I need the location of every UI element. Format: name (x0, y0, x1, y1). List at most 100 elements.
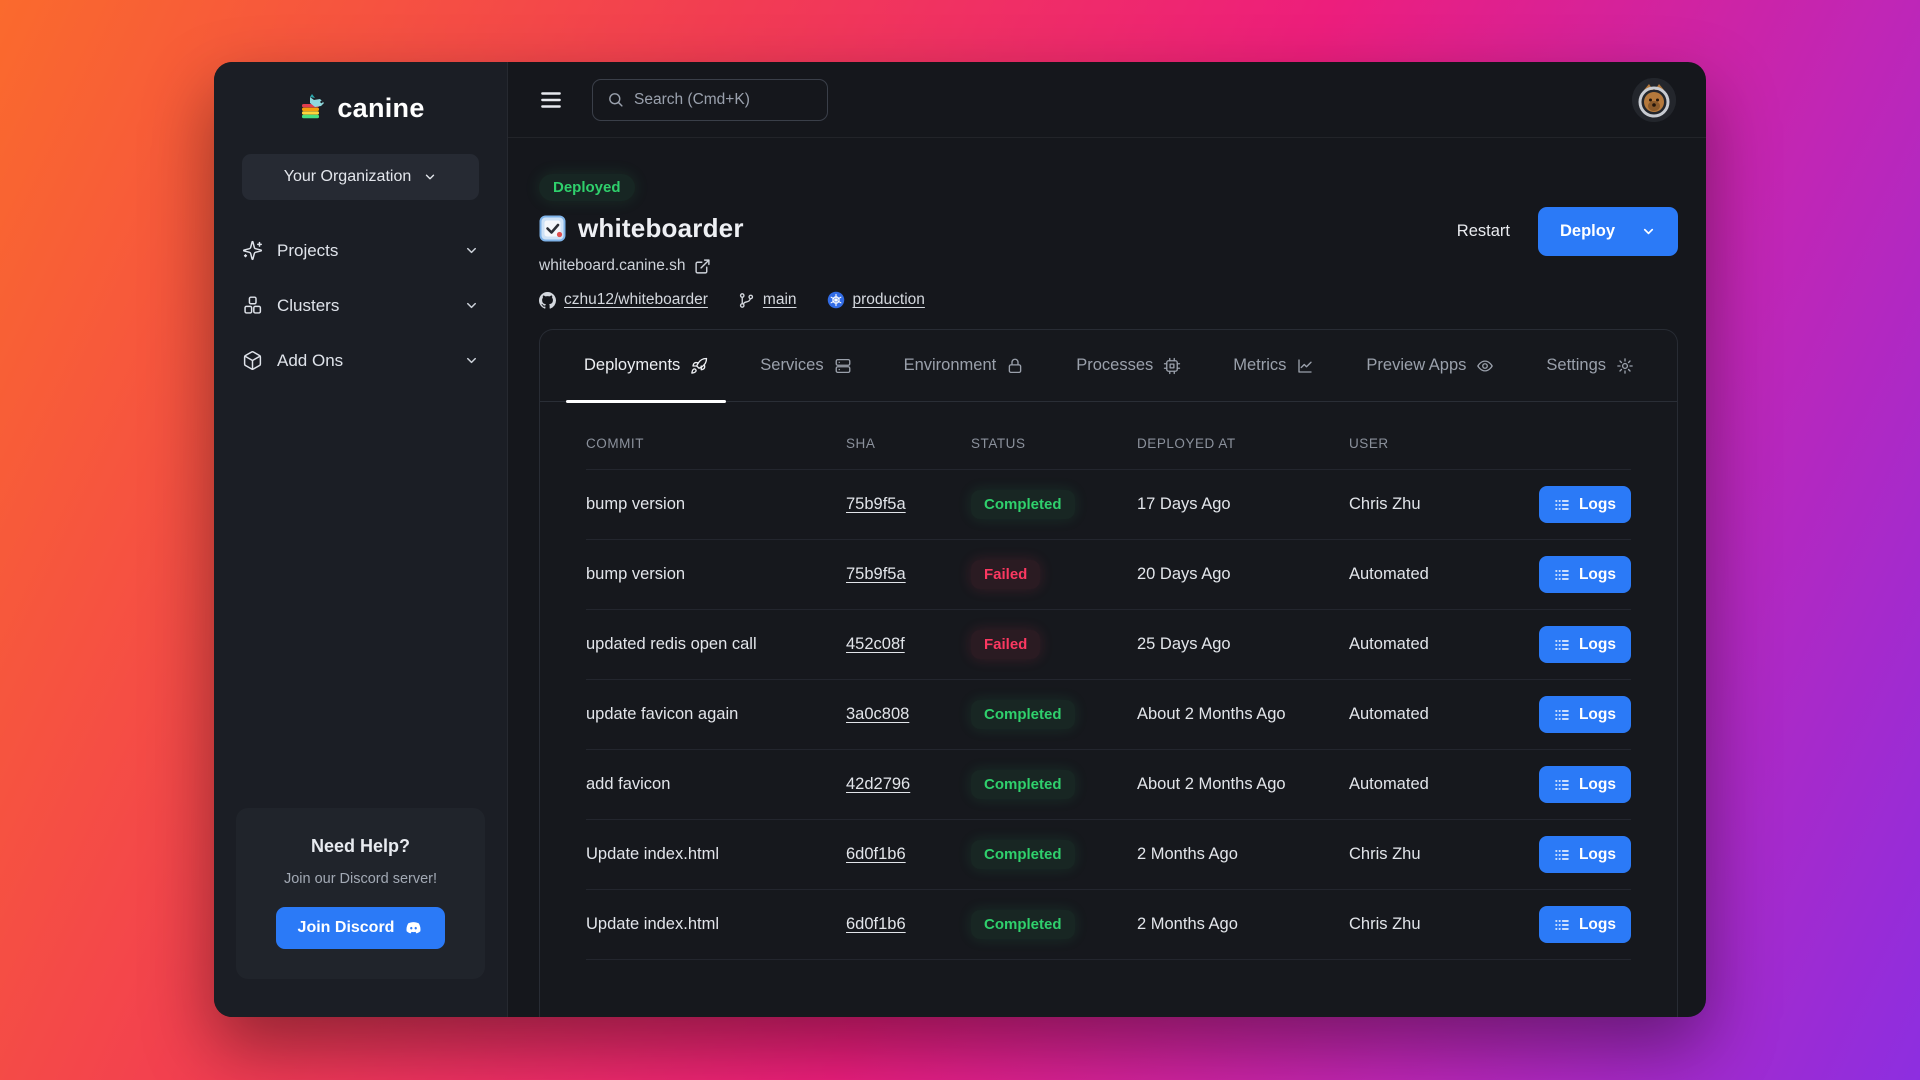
tab-deployments[interactable]: Deployments (566, 330, 726, 401)
chevron-down-icon (464, 298, 479, 313)
deployed-at-cell: 2 Months Ago (1137, 915, 1349, 934)
logs-button-label: Logs (1579, 706, 1616, 724)
cluster-link[interactable]: production (827, 291, 925, 309)
status-badge: Failed (971, 630, 1040, 659)
logs-button-label: Logs (1579, 916, 1616, 934)
table-row: updated redis open call 452c08f Failed 2… (586, 610, 1631, 680)
status-badge: Completed (971, 840, 1075, 869)
kubernetes-icon (827, 291, 845, 309)
domain-link[interactable]: whiteboard.canine.sh (539, 257, 686, 275)
table-header-row: COMMIT SHA STATUS DEPLOYED AT USER (586, 402, 1631, 470)
deploy-button[interactable]: Deploy (1538, 207, 1678, 256)
help-card: Need Help? Join our Discord server! Join… (236, 808, 485, 979)
logs-button[interactable]: Logs (1539, 696, 1631, 733)
help-subtitle: Join our Discord server! (256, 871, 465, 887)
tab-label: Settings (1546, 356, 1606, 375)
logs-icon (1554, 567, 1570, 583)
logo-text: canine (337, 93, 424, 124)
sha-link[interactable]: 42d2796 (846, 775, 910, 794)
tab-label: Metrics (1233, 356, 1286, 375)
status-badge: Failed (971, 560, 1040, 589)
logs-button[interactable]: Logs (1539, 486, 1631, 523)
tab-label: Environment (904, 356, 997, 375)
organization-selector-label: Your Organization (284, 168, 412, 186)
logs-button-label: Logs (1579, 496, 1616, 514)
tab-environment[interactable]: Environment (886, 330, 1043, 401)
sha-link[interactable]: 3a0c808 (846, 705, 909, 724)
rocket-icon (690, 357, 708, 375)
sha-link[interactable]: 452c08f (846, 635, 905, 654)
tab-settings[interactable]: Settings (1528, 330, 1652, 401)
gear-icon (1616, 357, 1634, 375)
main-area: Deployed (508, 62, 1706, 1017)
user-cell: Automated (1349, 635, 1531, 654)
topbar (508, 62, 1706, 138)
git-branch-link[interactable]: main (738, 291, 797, 309)
table-body: bump version 75b9f5a Completed 17 Days A… (586, 470, 1631, 960)
user-cell: Automated (1349, 705, 1531, 724)
deploy-status-badge: Deployed (539, 174, 635, 201)
deployments-table: COMMIT SHA STATUS DEPLOYED AT USER bump … (540, 402, 1677, 960)
deployments-card: Deployments Services Envir (539, 329, 1678, 1017)
search-icon (607, 91, 624, 108)
tab-services[interactable]: Services (742, 330, 869, 401)
join-discord-label: Join Discord (298, 919, 395, 937)
eye-icon (1476, 357, 1494, 375)
tab-preview-apps[interactable]: Preview Apps (1348, 330, 1512, 401)
repo-name: czhu12/whiteboarder (564, 291, 708, 309)
restart-button[interactable]: Restart (1457, 222, 1510, 241)
search-box (592, 79, 828, 121)
sha-link[interactable]: 75b9f5a (846, 565, 906, 584)
column-header-commit: COMMIT (586, 436, 846, 451)
tab-label: Services (760, 356, 823, 375)
commit-cell: bump version (586, 495, 846, 514)
sidebar-item-clusters[interactable]: Clusters (214, 285, 507, 326)
tab-metrics[interactable]: Metrics (1215, 330, 1332, 401)
logs-icon (1554, 637, 1570, 653)
menu-toggle-button[interactable] (532, 81, 570, 119)
github-icon (539, 292, 556, 309)
tab-bar: Deployments Services Envir (540, 330, 1677, 402)
chevron-down-icon (1641, 224, 1656, 239)
user-cell: Chris Zhu (1349, 845, 1531, 864)
user-cell: Automated (1349, 565, 1531, 584)
github-repo-link[interactable]: czhu12/whiteboarder (539, 291, 708, 309)
commit-cell: updated redis open call (586, 635, 846, 654)
deployed-at-cell: 25 Days Ago (1137, 635, 1349, 654)
package-icon (242, 350, 263, 371)
deploy-button-label: Deploy (1560, 222, 1615, 241)
table-row: bump version 75b9f5a Failed 20 Days Ago … (586, 540, 1631, 610)
sha-link[interactable]: 6d0f1b6 (846, 845, 906, 864)
sidebar-item-projects[interactable]: Projects (214, 230, 507, 271)
logs-icon (1554, 847, 1570, 863)
deployed-at-cell: About 2 Months Ago (1137, 775, 1349, 794)
chevron-down-icon (423, 170, 437, 184)
join-discord-button[interactable]: Join Discord (276, 907, 446, 949)
server-icon (834, 357, 852, 375)
search-input[interactable] (634, 91, 813, 109)
external-link-icon[interactable] (694, 258, 711, 275)
logs-button[interactable]: Logs (1539, 766, 1631, 803)
tab-processes[interactable]: Processes (1058, 330, 1199, 401)
logs-button[interactable]: Logs (1539, 836, 1631, 873)
sha-link[interactable]: 75b9f5a (846, 495, 906, 514)
user-cell: Chris Zhu (1349, 495, 1531, 514)
checkbox-app-icon (539, 215, 566, 242)
logs-button[interactable]: Logs (1539, 556, 1631, 593)
commit-cell: Update index.html (586, 845, 846, 864)
table-row: bump version 75b9f5a Completed 17 Days A… (586, 470, 1631, 540)
tab-label: Preview Apps (1366, 356, 1466, 375)
user-avatar[interactable] (1632, 78, 1676, 122)
sha-link[interactable]: 6d0f1b6 (846, 915, 906, 934)
sidebar-item-add-ons[interactable]: Add Ons (214, 340, 507, 381)
organization-selector[interactable]: Your Organization (242, 154, 479, 200)
chevron-down-icon (464, 353, 479, 368)
sidebar: canine Your Organization Projects (214, 62, 508, 1017)
chevron-down-icon (464, 243, 479, 258)
tab-label: Deployments (584, 356, 680, 375)
logs-button[interactable]: Logs (1539, 626, 1631, 663)
logs-button[interactable]: Logs (1539, 906, 1631, 943)
table-row: add favicon 42d2796 Completed About 2 Mo… (586, 750, 1631, 820)
logs-button-label: Logs (1579, 846, 1616, 864)
logs-button-label: Logs (1579, 566, 1616, 584)
